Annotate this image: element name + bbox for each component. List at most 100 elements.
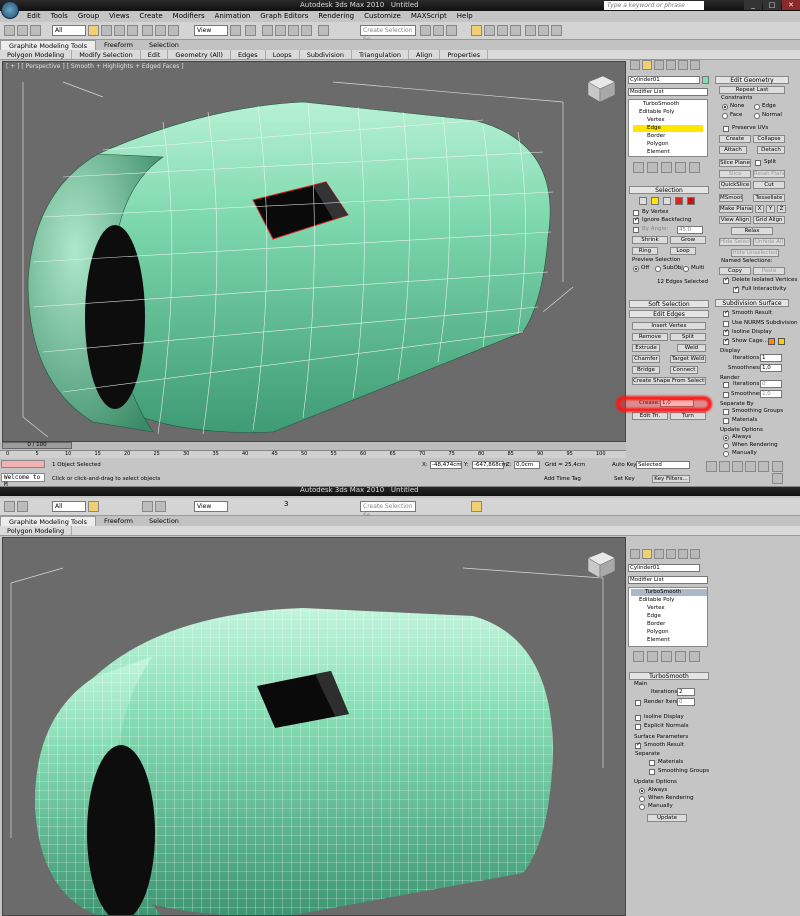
by-angle-checkbox[interactable] — [633, 227, 639, 233]
ts-smoothing-groups-checkbox[interactable] — [649, 769, 655, 775]
grid-align-button[interactable]: Grid Align — [753, 216, 785, 224]
vertex-mode-icon[interactable] — [639, 197, 647, 205]
show-cage-checkbox[interactable] — [723, 337, 729, 345]
full-interactivity-checkbox[interactable] — [733, 285, 739, 293]
extrude-button[interactable]: Extrude — [632, 344, 660, 352]
spinner-snap-icon[interactable] — [301, 25, 312, 36]
stack-edge[interactable]: Edge — [647, 613, 661, 620]
select-by-name-icon[interactable] — [101, 25, 112, 36]
isoline-checkbox[interactable] — [723, 328, 729, 336]
next-frame-icon[interactable] — [745, 461, 756, 472]
menu-create[interactable]: Create — [134, 11, 167, 22]
stack-editable-poly[interactable]: Editable Poly — [639, 597, 674, 604]
close-icon[interactable]: ✕ — [782, 0, 800, 10]
turn-button[interactable]: Turn — [670, 412, 706, 420]
rotate-icon[interactable] — [155, 25, 166, 36]
modifier-stack[interactable]: TurboSmooth Editable Poly Vertex Edge Bo… — [628, 99, 708, 157]
make-unique-icon[interactable] — [661, 651, 672, 662]
preview-off-radio[interactable] — [633, 266, 639, 272]
materials-checkbox[interactable] — [723, 418, 729, 424]
polygon-mode-icon[interactable] — [675, 197, 683, 205]
collapse-button[interactable]: Collapse — [753, 135, 785, 143]
ribbon-modify-selection[interactable]: Modify Selection — [72, 50, 141, 59]
time-slider[interactable]: 0 / 100 — [2, 442, 72, 449]
menu-animation[interactable]: Animation — [210, 11, 256, 22]
pin-stack-icon[interactable] — [633, 651, 644, 662]
create-tab-icon[interactable] — [630, 549, 640, 559]
orbit-icon[interactable] — [772, 473, 783, 484]
quick-render-icon[interactable] — [551, 25, 562, 36]
stack-vertex[interactable]: Vertex — [647, 605, 665, 612]
selection-filter-dropdown[interactable]: All — [52, 25, 86, 36]
grow-button[interactable]: Grow — [670, 236, 706, 244]
remove-modifier-icon[interactable] — [675, 162, 686, 173]
select-object-icon[interactable] — [88, 25, 99, 36]
ribbon-properties[interactable]: Properties — [440, 50, 489, 59]
ts-iterations-field[interactable]: 2 — [677, 688, 695, 696]
ribbon-edges[interactable]: Edges — [231, 50, 266, 59]
edit-edges-rollout[interactable]: Edit Edges — [629, 310, 709, 318]
goto-start-icon[interactable] — [706, 461, 717, 472]
render-frame-icon[interactable] — [538, 25, 549, 36]
reference-coord-dropdown[interactable]: View — [194, 501, 228, 512]
insert-vertex-button[interactable]: Insert Vertex — [632, 322, 706, 330]
configure-sets-icon[interactable] — [689, 162, 700, 173]
configure-sets-icon[interactable] — [689, 651, 700, 662]
smoothing-groups-checkbox[interactable] — [723, 409, 729, 415]
split-button[interactable]: Split — [670, 333, 706, 341]
viewcube-icon[interactable] — [587, 551, 616, 579]
render-smoothness-checkbox[interactable] — [723, 392, 729, 398]
soft-selection-rollout[interactable]: Soft Selection — [629, 300, 709, 308]
auto-key-button[interactable]: Auto Key — [612, 462, 637, 469]
ring-button[interactable]: Ring — [632, 247, 658, 255]
ribbon-polygon-modeling[interactable]: Polygon Modeling — [0, 50, 73, 59]
ribbon-align[interactable]: Align — [409, 50, 441, 59]
create-button[interactable]: Create — [719, 135, 751, 143]
viewport-label[interactable]: [ + ] [ Perspective ] [ Smooth + Highlig… — [6, 63, 184, 70]
undo-icon[interactable] — [4, 25, 15, 36]
stack-border[interactable]: Border — [647, 621, 665, 628]
menu-maxscript[interactable]: MAXScript — [406, 11, 452, 22]
paste-button[interactable]: Paste — [753, 267, 785, 275]
ts-update-button[interactable]: Update — [647, 814, 687, 822]
graphite-toggle-icon[interactable] — [471, 501, 482, 512]
welcome-field[interactable]: Welcome to M — [1, 473, 45, 488]
selection-rollout[interactable]: Selection — [629, 186, 709, 194]
stack-polygon[interactable]: Polygon — [647, 141, 669, 148]
msmooth-button[interactable]: MSmooth — [719, 194, 743, 202]
update-manually-radio[interactable] — [723, 451, 729, 457]
tab-selection[interactable]: Selection — [141, 516, 187, 526]
target-weld-button[interactable]: Target Weld — [670, 355, 706, 363]
menu-views[interactable]: Views — [104, 11, 134, 22]
tessellate-button[interactable]: Tessellate — [753, 194, 785, 202]
remove-modifier-icon[interactable] — [675, 651, 686, 662]
menu-modifiers[interactable]: Modifiers — [168, 11, 210, 22]
key-set-dropdown[interactable]: Selected — [636, 461, 690, 469]
update-always-radio[interactable] — [723, 435, 729, 441]
ribbon-triangulation[interactable]: Triangulation — [352, 50, 410, 59]
tab-graphite-modeling[interactable]: Graphite Modeling Tools — [0, 516, 97, 526]
ts-manually-radio[interactable] — [639, 804, 645, 810]
border-mode-icon[interactable] — [663, 197, 671, 205]
object-name-field[interactable]: Cylinder01 — [628, 564, 700, 572]
ts-render-iters-checkbox[interactable] — [635, 700, 641, 706]
quickslice-button[interactable]: QuickSlice — [719, 181, 751, 189]
ts-materials-checkbox[interactable] — [649, 760, 655, 766]
create-tab-icon[interactable] — [630, 60, 640, 70]
attach-button[interactable]: Attach — [719, 146, 747, 154]
goto-end-icon[interactable] — [758, 461, 769, 472]
ribbon-subdivision[interactable]: Subdivision — [300, 50, 352, 59]
smooth-result-checkbox[interactable] — [723, 309, 729, 317]
motion-tab-icon[interactable] — [666, 60, 676, 70]
render-setup-icon[interactable] — [525, 25, 536, 36]
display-iterations-field[interactable]: 1 — [760, 354, 782, 362]
element-mode-icon[interactable] — [687, 197, 695, 205]
perspective-viewport[interactable]: [ + ] [ Perspective ] [ Smooth + Highlig… — [2, 61, 626, 442]
use-nurms-checkbox[interactable] — [723, 321, 729, 327]
select-manipulate-icon[interactable] — [245, 25, 256, 36]
move-icon[interactable] — [142, 25, 153, 36]
menu-tools[interactable]: Tools — [46, 11, 73, 22]
menu-group[interactable]: Group — [73, 11, 104, 22]
timeline[interactable]: 0 / 100 0 5 10 15 20 25 30 35 40 45 50 55 60 65 70 75 80… — [0, 442, 626, 458]
subdivision-surface-rollout[interactable]: Subdivision Surface — [715, 299, 789, 307]
